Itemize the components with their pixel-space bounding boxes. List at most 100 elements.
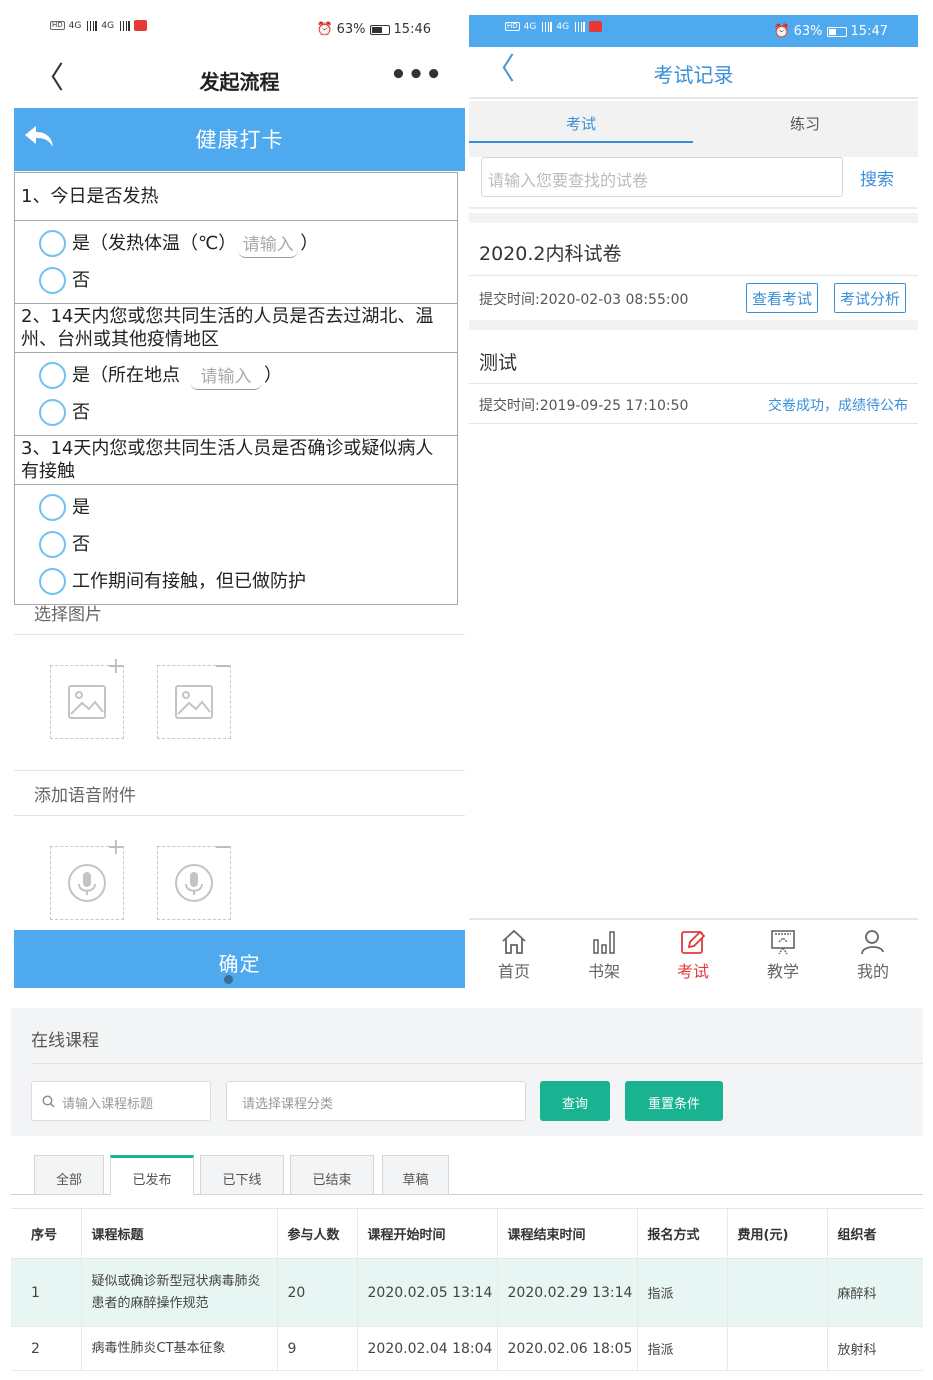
tabbar-label: 书架 bbox=[587, 962, 620, 981]
clock: 15:47 bbox=[850, 24, 888, 39]
bookshelf-icon bbox=[593, 931, 615, 954]
tab-all[interactable]: 全部 bbox=[34, 1155, 104, 1195]
separator bbox=[469, 213, 918, 223]
cell-index: 2 bbox=[11, 1326, 81, 1371]
location-input[interactable]: 请输入 bbox=[190, 362, 262, 390]
form-header: 健康打卡 bbox=[14, 108, 465, 171]
column-header: 组织者 bbox=[826, 1208, 923, 1259]
table-row[interactable]: 2 病毒性肺炎CT基本征象 9 2020.02.04 18:04 2020.02… bbox=[11, 1326, 923, 1371]
message-icon bbox=[134, 20, 148, 31]
course-table: 序号 课程标题 参与人数 课程开始时间 课程结束时间 报名方式 费用(元) 组织… bbox=[11, 1208, 923, 1371]
option-contact-yes[interactable]: 是 bbox=[39, 489, 451, 526]
touch-indicator bbox=[224, 975, 233, 984]
confirm-button[interactable]: 确定 bbox=[14, 930, 465, 988]
radio-button[interactable] bbox=[39, 494, 66, 521]
tabbar-bookshelf[interactable]: 书架 bbox=[574, 928, 634, 982]
tab-practice[interactable]: 练习 bbox=[693, 101, 917, 157]
battery-percent: 63% bbox=[336, 22, 366, 37]
radio-button[interactable] bbox=[39, 531, 66, 558]
cell-end-time: 2020.02.06 18:05 bbox=[496, 1326, 637, 1371]
add-image-button[interactable]: + bbox=[50, 654, 125, 739]
cell-participants: 9 bbox=[276, 1326, 357, 1371]
tabbar-label: 教学 bbox=[766, 962, 799, 981]
radio-button[interactable] bbox=[39, 230, 66, 257]
option-label: 工作期间有接触，但已做防护 bbox=[72, 571, 306, 592]
tabbar-home[interactable]: 首页 bbox=[484, 928, 544, 982]
tabbar-teaching[interactable]: 教学 bbox=[753, 928, 813, 982]
cell-start-time: 2020.02.05 13:14 bbox=[356, 1258, 497, 1327]
option-label: 是（发热体温（℃） bbox=[72, 233, 237, 254]
option-travel-no[interactable]: 否 bbox=[39, 394, 451, 431]
home-icon bbox=[502, 929, 526, 954]
teaching-icon bbox=[771, 930, 795, 955]
cell-course-title[interactable]: 疑似或确诊新型冠状病毒肺炎患者的麻醉操作规范 bbox=[80, 1258, 277, 1327]
cell-enroll-method: 指派 bbox=[636, 1258, 727, 1327]
cell-start-time: 2020.02.04 18:04 bbox=[356, 1326, 497, 1371]
view-exam-button[interactable]: 查看考试 bbox=[746, 283, 819, 313]
query-button[interactable]: 查询 bbox=[540, 1081, 610, 1121]
option-label: 否 bbox=[72, 534, 90, 555]
cell-course-title[interactable]: 病毒性肺炎CT基本征象 bbox=[80, 1326, 277, 1371]
separator bbox=[469, 320, 918, 330]
tabbar-label: 考试 bbox=[676, 962, 709, 981]
tab-published[interactable]: 已发布 bbox=[110, 1155, 194, 1195]
remove-image-button[interactable]: − bbox=[157, 654, 232, 739]
record-title[interactable]: 2020.2内科试卷 bbox=[479, 239, 621, 266]
search-input[interactable]: 请输入您要查找的试卷 bbox=[481, 157, 843, 197]
table-row[interactable]: 1 疑似或确诊新型冠状病毒肺炎患者的麻醉操作规范 20 2020.02.05 1… bbox=[11, 1258, 923, 1327]
image-icon bbox=[175, 685, 213, 719]
search-button[interactable]: 搜索 bbox=[860, 165, 894, 190]
record-status: 交卷成功，成绩待公布 bbox=[768, 398, 908, 414]
option-travel-yes[interactable]: 是（所在地点 请输入 ） bbox=[39, 357, 451, 394]
tab-exam[interactable]: 考试 bbox=[469, 101, 693, 157]
category-select[interactable]: 请选择课程分类 bbox=[226, 1081, 526, 1121]
microphone-icon bbox=[175, 864, 213, 902]
cell-end-time: 2020.02.29 13:14 bbox=[496, 1258, 637, 1327]
column-header: 报名方式 bbox=[636, 1208, 727, 1259]
input-placeholder: 请输入课程标题 bbox=[62, 1097, 154, 1112]
question-1-options: 是（发热体温（℃） 请输入 ） 否 bbox=[15, 221, 457, 304]
plus-icon: + bbox=[106, 835, 125, 860]
option-contact-protected[interactable]: 工作期间有接触，但已做防护 bbox=[39, 563, 451, 600]
remove-voice-button[interactable]: − bbox=[157, 835, 232, 920]
option-fever-yes[interactable]: 是（发热体温（℃） 请输入 ） bbox=[39, 225, 451, 262]
page-title: 考试记录 bbox=[653, 63, 734, 87]
cell-index: 1 bbox=[11, 1258, 81, 1327]
user-icon bbox=[861, 930, 884, 955]
question-table: 1、今日是否发热 是（发热体温（℃） 请输入 ） 否 2、14天内您或您共同生活… bbox=[14, 172, 458, 605]
temperature-input[interactable]: 请输入 bbox=[238, 230, 299, 258]
reset-button[interactable]: 重置条件 bbox=[625, 1081, 723, 1121]
exam-icon bbox=[681, 930, 706, 954]
divider bbox=[14, 815, 465, 816]
tab-bar: 考试 练习 bbox=[469, 101, 918, 157]
radio-button[interactable] bbox=[39, 267, 66, 294]
radio-button[interactable] bbox=[39, 568, 66, 595]
column-header: 费用(元) bbox=[726, 1208, 827, 1259]
record-title[interactable]: 测试 bbox=[479, 348, 517, 375]
tab-ended[interactable]: 已结束 bbox=[290, 1155, 374, 1195]
add-voice-button[interactable]: + bbox=[50, 835, 125, 920]
tab-draft[interactable]: 草稿 bbox=[382, 1155, 449, 1195]
radio-button[interactable] bbox=[39, 399, 66, 426]
column-header: 课程标题 bbox=[80, 1208, 277, 1259]
radio-button[interactable] bbox=[39, 362, 66, 389]
course-title-input[interactable]: 请输入课程标题 bbox=[31, 1081, 211, 1121]
tabbar-exam[interactable]: 考试 bbox=[663, 928, 723, 982]
option-label: 是（所在地点 bbox=[72, 365, 180, 386]
divider bbox=[469, 275, 918, 276]
question-2-title: 2、14天内您或您共同生活的人员是否去过湖北、温州、台州或其他疫情地区 bbox=[15, 304, 457, 353]
tab-offline[interactable]: 已下线 bbox=[200, 1155, 284, 1195]
divider bbox=[469, 423, 918, 424]
column-header: 课程结束时间 bbox=[496, 1208, 637, 1259]
divider bbox=[14, 770, 465, 771]
form-title: 健康打卡 bbox=[195, 128, 284, 152]
cell-organizer: 放射科 bbox=[826, 1326, 923, 1371]
more-menu-button[interactable]: ••• bbox=[390, 60, 443, 90]
tabbar-mine[interactable]: 我的 bbox=[843, 928, 903, 982]
online-course-panel: 在线课程 请输入课程标题 请选择课程分类 查询 重置条件 全部 已发布 已下线 … bbox=[11, 1008, 923, 1380]
option-label-end: ） bbox=[300, 233, 319, 254]
exam-analysis-button[interactable]: 考试分析 bbox=[834, 283, 907, 313]
clock: 15:46 bbox=[393, 22, 431, 37]
option-contact-no[interactable]: 否 bbox=[39, 526, 451, 563]
option-fever-no[interactable]: 否 bbox=[39, 262, 451, 299]
